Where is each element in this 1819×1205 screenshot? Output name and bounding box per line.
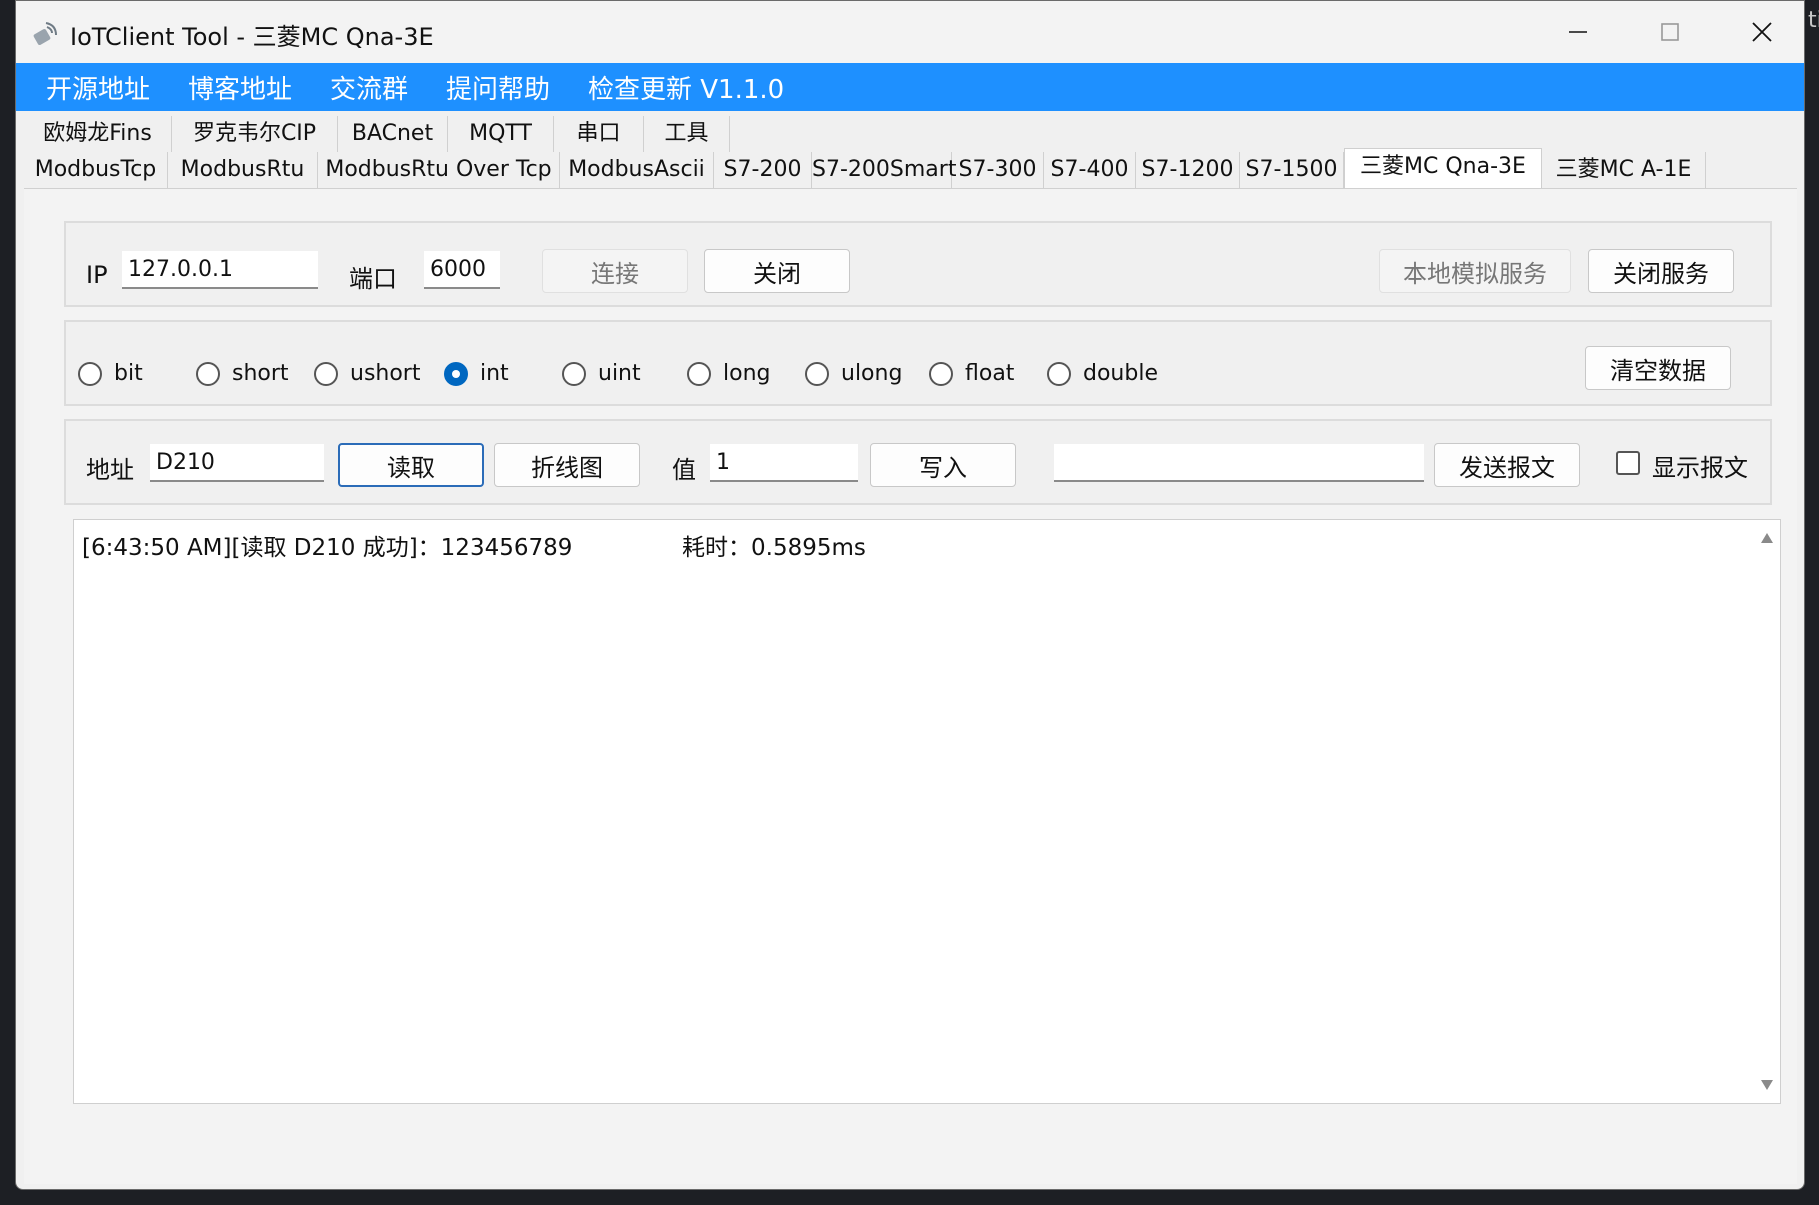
satellite-app-icon [33, 22, 57, 45]
radio-circle [314, 361, 338, 386]
radio-float[interactable]: float [929, 361, 1014, 386]
port-input[interactable] [424, 251, 500, 289]
radio-label: uint [598, 361, 641, 386]
radio-long[interactable]: long [687, 361, 770, 386]
tab-s7-300[interactable]: S7-300 [952, 152, 1044, 188]
radio-circle [687, 361, 711, 386]
show-packet-label: 显示报文 [1652, 454, 1748, 482]
tab-s7-1200[interactable]: S7-1200 [1136, 152, 1240, 188]
clear-data-button[interactable]: 清空数据 [1585, 346, 1731, 390]
radio-circle [196, 361, 220, 386]
log-output[interactable]: [6:43:50 AM][读取 D210 成功]：123456789 耗时：0.… [73, 519, 1781, 1104]
radio-ushort[interactable]: ushort [314, 361, 420, 386]
tab-s7-1500[interactable]: S7-1500 [1240, 152, 1344, 188]
radio-int[interactable]: int [444, 361, 509, 386]
close-icon [1752, 22, 1772, 42]
tab-mitsubishi-a-1e[interactable]: 三菱MC A-1E [1542, 152, 1706, 188]
background-window-edge: ti [1808, 8, 1819, 33]
radio-label: double [1083, 361, 1158, 386]
address-input[interactable] [150, 444, 324, 482]
radio-circle [562, 361, 586, 386]
close-button[interactable]: 关闭 [704, 249, 850, 293]
send-packet-button[interactable]: 发送报文 [1434, 443, 1580, 487]
close-window-button[interactable] [1716, 1, 1804, 63]
tab-rockwell-cip[interactable]: 罗克韦尔CIP [172, 116, 338, 152]
menu-open-source[interactable]: 开源地址 [46, 69, 150, 106]
tab-omron-fins[interactable]: 欧姆龙Fins [24, 116, 172, 152]
local-simulation-button[interactable]: 本地模拟服务 [1379, 249, 1571, 293]
menu-blog[interactable]: 博客地址 [188, 69, 292, 106]
radio-circle [929, 361, 953, 386]
app-window: IoTClient Tool - 三菱MC Qna-3E 开源地址 博客地址 交… [15, 0, 1805, 1190]
title-bar[interactable]: IoTClient Tool - 三菱MC Qna-3E [16, 1, 1804, 63]
close-service-button[interactable]: 关闭服务 [1588, 249, 1734, 293]
radio-bit[interactable]: bit [78, 361, 143, 386]
scroll-down-arrow-icon[interactable] [1760, 1079, 1774, 1091]
minimize-button[interactable] [1532, 1, 1624, 63]
connect-button[interactable]: 连接 [542, 249, 688, 293]
radio-double[interactable]: double [1047, 361, 1158, 386]
packet-input[interactable] [1054, 444, 1424, 482]
port-label: 端口 [349, 265, 397, 293]
tab-modbus-rtu-over-tcp[interactable]: ModbusRtu Over Tcp [318, 152, 560, 188]
ip-input[interactable] [122, 251, 318, 289]
radio-circle-selected [444, 361, 468, 386]
radio-uint[interactable]: uint [562, 361, 641, 386]
tab-serial[interactable]: 串口 [554, 116, 644, 152]
radio-label: bit [114, 361, 143, 386]
value-label: 值 [672, 456, 696, 484]
tab-modbus-tcp[interactable]: ModbusTcp [24, 152, 168, 188]
radio-circle [78, 361, 102, 386]
write-button[interactable]: 写入 [870, 443, 1016, 487]
tab-bacnet[interactable]: BACnet [338, 116, 448, 152]
window-title: IoTClient Tool - 三菱MC Qna-3E [70, 23, 434, 51]
menu-help[interactable]: 提问帮助 [446, 69, 550, 106]
tab-mqtt[interactable]: MQTT [448, 116, 554, 152]
menu-bar: 开源地址 博客地址 交流群 提问帮助 检查更新 V1.1.0 [16, 63, 1804, 111]
line-chart-button[interactable]: 折线图 [494, 443, 640, 487]
radio-ulong[interactable]: ulong [805, 361, 902, 386]
log-line: [6:43:50 AM][读取 D210 成功]：123456789 耗时：0.… [82, 535, 866, 561]
radio-label: long [723, 361, 771, 386]
radio-label: float [965, 361, 1015, 386]
log-scrollbar[interactable] [1754, 520, 1780, 1103]
address-label: 地址 [86, 456, 134, 484]
maximize-button[interactable] [1624, 1, 1716, 63]
radio-label: int [480, 361, 509, 386]
ip-label: IP [86, 261, 108, 289]
menu-check-update[interactable]: 检查更新 V1.1.0 [588, 69, 784, 106]
menu-group[interactable]: 交流群 [330, 69, 408, 106]
read-button[interactable]: 读取 [338, 443, 484, 487]
scroll-up-arrow-icon[interactable] [1760, 532, 1774, 544]
tab-s7-200[interactable]: S7-200 [714, 152, 812, 188]
tab-tools[interactable]: 工具 [644, 116, 730, 152]
tab-s7-400[interactable]: S7-400 [1044, 152, 1136, 188]
tab-mitsubishi-qna-3e[interactable]: 三菱MC Qna-3E [1344, 148, 1542, 188]
radio-label: short [232, 361, 289, 386]
value-input[interactable] [710, 444, 858, 482]
maximize-icon [1661, 23, 1679, 41]
radio-circle [1047, 361, 1071, 386]
minimize-icon [1569, 31, 1587, 33]
tab-s7-200smart[interactable]: S7-200Smart [812, 152, 956, 188]
tab-modbus-rtu[interactable]: ModbusRtu [168, 152, 318, 188]
tab-modbus-ascii[interactable]: ModbusAscii [560, 152, 714, 188]
radio-short[interactable]: short [196, 361, 289, 386]
radio-label: ushort [350, 361, 421, 386]
radio-circle [805, 361, 829, 386]
show-packet-checkbox[interactable] [1616, 451, 1640, 475]
radio-label: ulong [841, 361, 903, 386]
